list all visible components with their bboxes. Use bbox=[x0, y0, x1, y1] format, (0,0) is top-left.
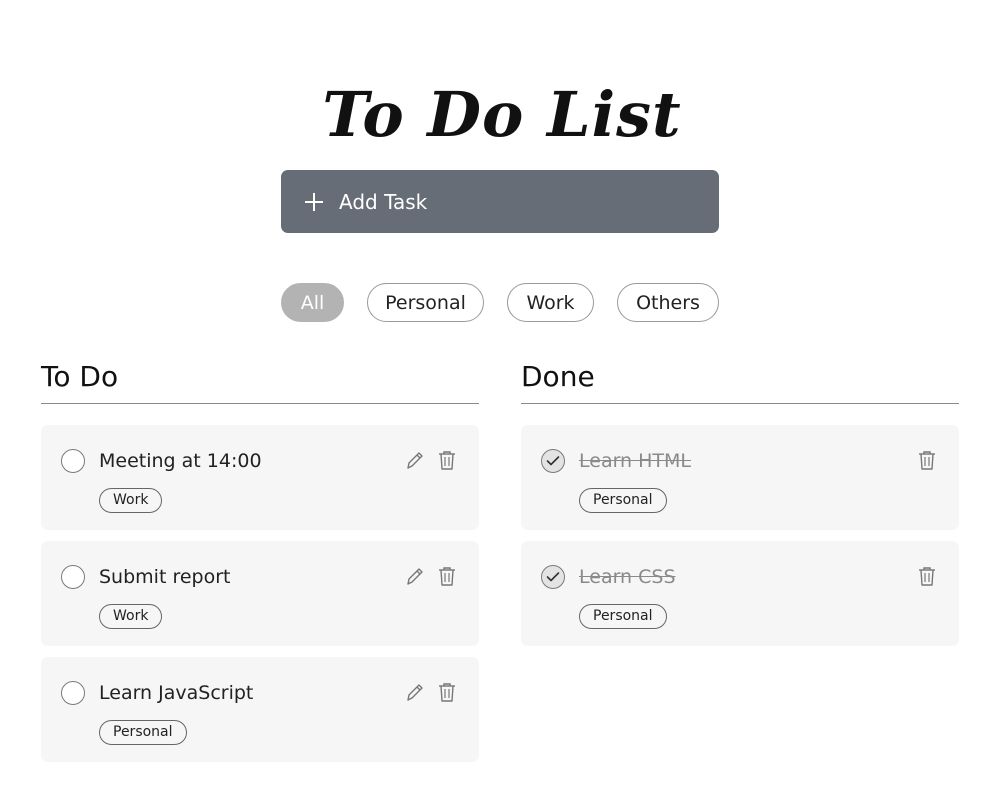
filter-bar: All Personal Work Others bbox=[281, 283, 719, 322]
task-title: Learn JavaScript bbox=[99, 682, 254, 704]
filter-all-label: All bbox=[300, 291, 325, 314]
task-card: Submit report Work bbox=[41, 541, 479, 646]
pencil-icon[interactable] bbox=[405, 565, 425, 587]
task-title: Learn HTML bbox=[579, 450, 692, 472]
plus-icon bbox=[305, 192, 323, 211]
task-checkbox[interactable] bbox=[61, 565, 85, 589]
task-checkbox[interactable] bbox=[61, 681, 85, 705]
task-card: Learn HTML Personal bbox=[521, 425, 959, 530]
trash-icon[interactable] bbox=[437, 681, 457, 703]
filter-others-label: Others bbox=[636, 291, 700, 314]
task-checkbox[interactable] bbox=[61, 449, 85, 473]
done-column-title: Done bbox=[521, 360, 595, 393]
app-title: To Do List bbox=[322, 77, 682, 151]
task-checkbox[interactable] bbox=[541, 449, 565, 473]
trash-icon[interactable] bbox=[917, 449, 937, 471]
task-title: Learn CSS bbox=[579, 566, 676, 588]
todo-column-title: To Do bbox=[41, 360, 119, 393]
task-checkbox[interactable] bbox=[541, 565, 565, 589]
add-task-label: Add Task bbox=[339, 189, 428, 214]
filter-personal-label: Personal bbox=[385, 291, 466, 314]
check-icon bbox=[546, 456, 560, 466]
todo-divider bbox=[41, 403, 479, 404]
filter-personal[interactable]: Personal bbox=[367, 283, 484, 322]
task-card: Learn CSS Personal bbox=[521, 541, 959, 646]
add-task-button[interactable]: Add Task bbox=[281, 170, 719, 233]
trash-icon[interactable] bbox=[437, 565, 457, 587]
task-card: Meeting at 14:00 Work bbox=[41, 425, 479, 530]
check-icon bbox=[546, 572, 560, 582]
task-card: Learn JavaScript Personal bbox=[41, 657, 479, 762]
todo-column: To Do Meeting at 14:00 Work Submit repor… bbox=[41, 355, 479, 773]
task-title: Submit report bbox=[99, 566, 231, 588]
pencil-icon[interactable] bbox=[405, 681, 425, 703]
filter-others[interactable]: Others bbox=[617, 283, 719, 322]
task-tag: Work bbox=[99, 488, 163, 513]
task-tag: Personal bbox=[579, 488, 667, 513]
filter-work[interactable]: Work bbox=[507, 283, 594, 322]
done-divider bbox=[521, 403, 959, 404]
task-title: Meeting at 14:00 bbox=[99, 450, 262, 472]
filter-work-label: Work bbox=[526, 291, 575, 314]
task-tag: Work bbox=[99, 604, 163, 629]
task-tag: Personal bbox=[579, 604, 667, 629]
pencil-icon[interactable] bbox=[405, 449, 425, 471]
trash-icon[interactable] bbox=[437, 449, 457, 471]
filter-all[interactable]: All bbox=[281, 283, 344, 322]
done-column: Done Learn HTML Personal Learn CSS Perso… bbox=[521, 355, 959, 657]
task-tag: Personal bbox=[99, 720, 187, 745]
trash-icon[interactable] bbox=[917, 565, 937, 587]
